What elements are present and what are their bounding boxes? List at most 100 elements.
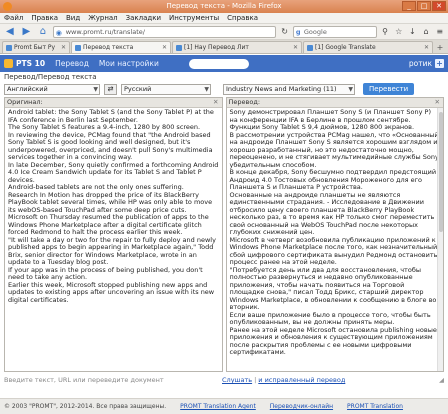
logo-text: PTS 10: [16, 59, 46, 68]
translation-controls: Английский ▼ ⇄ Русский ▼ Industry News a…: [4, 83, 444, 95]
window-controls: _ □ ✕: [402, 1, 446, 11]
tab-label: Перевод текста: [83, 44, 134, 51]
source-paragraph: Earlier this week, Microsoft stopped pub…: [8, 280, 215, 304]
header-right-label[interactable]: ротик: [409, 59, 432, 68]
navigation-toolbar: ◀ ▶ ⌂ ◉ www.promt.ru/translate/ ↻ g Goog…: [0, 24, 448, 40]
menu-edit[interactable]: Правка: [31, 13, 58, 23]
url-text: www.promt.ru/translate/: [65, 27, 145, 36]
new-tab-icon[interactable]: +: [434, 42, 446, 53]
nav-settings[interactable]: Мои настройки: [99, 59, 159, 68]
topic-select[interactable]: Industry News and Marketing (11) ▼: [223, 83, 355, 95]
tab-favicon: [176, 44, 182, 51]
tab-4[interactable]: [1] Google Translate ✕: [303, 41, 433, 53]
separator: |: [254, 376, 257, 384]
home-icon[interactable]: ⌂: [36, 26, 50, 38]
source-paragraph: Microsoft on Thursday resumed the public…: [8, 213, 209, 236]
chevron-down-icon: ▼: [204, 85, 209, 93]
tab-bar: Promt Быт Ру ✕ Перевод текста ✕ [1] Нау …: [0, 40, 448, 54]
source-paragraph: In reviewing the device, PCMag found tha…: [8, 130, 213, 161]
source-text-area[interactable]: Android tablet: the Sony Tablet S (and t…: [5, 108, 222, 305]
menu-tools[interactable]: Инструменты: [169, 13, 219, 23]
search-icon[interactable]: ⚲: [380, 26, 391, 37]
window-title: Перевод текста - Mozilla Firefox: [166, 2, 282, 10]
bookmark-star-icon[interactable]: ☆: [393, 26, 404, 37]
header-right: ротик +: [409, 59, 444, 68]
menu-help[interactable]: Справка: [227, 13, 258, 23]
footer-link-2[interactable]: Переводчик-онлайн: [270, 403, 333, 410]
menu-bar: Файл Правка Вид Журнал Закладки Инструме…: [0, 13, 448, 24]
url-bar[interactable]: ◉ www.promt.ru/translate/: [52, 25, 277, 38]
target-paragraph: Ранее на этой неделе Microsoft остановил…: [229, 325, 437, 356]
nav-translate[interactable]: Перевод: [55, 59, 89, 68]
menu-history[interactable]: Журнал: [88, 13, 117, 23]
menu-bookmarks[interactable]: Закладки: [126, 13, 161, 23]
target-language-value: Русский: [124, 84, 152, 93]
tab-close-icon[interactable]: ✕: [424, 42, 429, 53]
menu-icon[interactable]: ≡: [434, 26, 445, 37]
clear-source-icon[interactable]: ✕: [213, 98, 218, 107]
target-panel: Перевод: ✕ Sony демонстрировал Планшет S…: [225, 97, 444, 372]
target-panel-title: Перевод:: [228, 98, 261, 106]
page-footer: © 2003 "PROMT", 2012-2014. Все права защ…: [0, 398, 448, 414]
google-icon: g: [295, 27, 301, 36]
menu-file[interactable]: Файл: [4, 13, 23, 23]
target-paragraph: Если ваше приложение было в процессе тог…: [229, 310, 431, 326]
home-button-icon[interactable]: ⌂: [421, 26, 432, 37]
back-arrow-icon[interactable]: ◀: [3, 26, 17, 38]
source-paragraph: "It will take a day or two for the repai…: [8, 235, 216, 266]
translate-button[interactable]: Перевести: [363, 83, 415, 95]
chevron-down-icon: ▼: [93, 85, 98, 93]
target-paragraph: В рассмотрении устройства PCMag нашел, ч…: [229, 130, 439, 169]
target-paragraph: Основанные на андроиде планшеты не являю…: [229, 190, 435, 236]
tab-close-icon[interactable]: ✕: [293, 42, 298, 53]
copyright-text: © 2003 "PROMT", 2012-2014. Все права защ…: [4, 403, 167, 410]
firefox-icon: [3, 2, 12, 11]
minimize-button[interactable]: _: [402, 1, 416, 11]
close-target-icon[interactable]: ✕: [435, 98, 440, 107]
menu-view[interactable]: Вид: [66, 13, 80, 23]
tab-close-icon[interactable]: ✕: [61, 42, 66, 53]
target-text-area[interactable]: Sony демонстрировал Планшет Sony S (и Пл…: [227, 108, 444, 358]
resize-handle-icon[interactable]: ◢: [439, 376, 444, 384]
header-search-input[interactable]: [188, 58, 249, 69]
tab-1[interactable]: Promt Быт Ру ✕: [2, 41, 70, 53]
site-header: PTS 10 Перевод Мои настройки ротик +: [0, 55, 448, 72]
target-paragraph: Sony демонстрировал Планшет Sony S (и Пл…: [229, 108, 432, 124]
panel-footer: Введите текст, URL или переведите докуме…: [4, 374, 444, 386]
target-paragraph: В конце декабря, Sony бесшумно подтверди…: [229, 168, 437, 191]
tab-3[interactable]: [1] Нау Перевод Лит ✕: [172, 41, 302, 53]
source-panel-header: Оригинал: ✕: [5, 98, 222, 108]
download-icon[interactable]: ↓: [407, 26, 418, 37]
listen-link[interactable]: Слушать: [222, 376, 252, 384]
target-scrollbar[interactable]: [437, 108, 443, 371]
reload-icon[interactable]: ↻: [279, 26, 290, 37]
source-paragraph: Research In Motion has dropped the price…: [8, 190, 213, 214]
target-paragraph: "Потребуется день или два для восстановл…: [229, 265, 437, 311]
source-paragraph: If your app was in the process of being …: [8, 265, 203, 281]
corrected-translation-link[interactable]: и исправленный перевод: [258, 376, 345, 384]
tab-2[interactable]: Перевод текста ✕: [71, 41, 171, 53]
target-language-select[interactable]: Русский ▼: [121, 83, 211, 95]
tab-favicon: [307, 44, 313, 51]
topic-value: Industry News and Marketing (11): [226, 84, 337, 93]
forward-arrow-icon[interactable]: ▶: [20, 26, 34, 38]
source-panel-title: Оригинал:: [7, 98, 43, 106]
chevron-down-icon: ▼: [348, 85, 353, 93]
target-paragraph: Microsoft в четверг возобновила публикац…: [229, 235, 438, 266]
swap-languages-button[interactable]: ⇄: [104, 83, 117, 95]
source-panel: Оригинал: ✕ Android tablet: the Sony Tab…: [4, 97, 223, 372]
scrollbar-thumb[interactable]: [439, 112, 443, 232]
maximize-button[interactable]: □: [417, 1, 431, 11]
plus-icon[interactable]: +: [435, 59, 444, 68]
translation-panels: Оригинал: ✕ Android tablet: the Sony Tab…: [4, 97, 444, 372]
source-language-select[interactable]: Английский ▼: [4, 83, 100, 95]
page-title: Перевод/Перевод текста: [4, 73, 97, 81]
search-bar[interactable]: g Google: [292, 25, 377, 38]
footer-link-1[interactable]: PROMT Translation Agent: [180, 403, 256, 410]
tab-close-icon[interactable]: ✕: [162, 42, 167, 53]
window-titlebar: Перевод текста - Mozilla Firefox _ □ ✕: [0, 0, 448, 13]
close-button[interactable]: ✕: [432, 1, 446, 11]
footer-link-3[interactable]: PROMT Translation: [347, 403, 403, 410]
input-hint: Введите текст, URL или переведите докуме…: [4, 376, 164, 384]
site-logo[interactable]: PTS 10: [4, 59, 45, 68]
